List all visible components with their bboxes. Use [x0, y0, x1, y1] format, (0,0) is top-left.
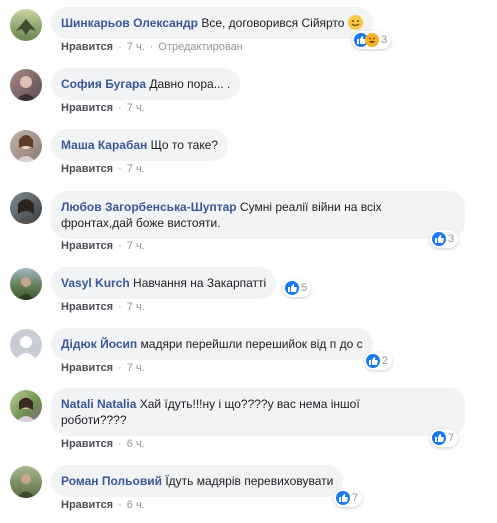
comment-time[interactable]: 7 ч. [127, 301, 145, 313]
comment-bubble: Дідюк Йосип мадяри перейшли перешийок ві… [51, 328, 373, 360]
avatar-image [16, 19, 36, 35]
avatar[interactable] [10, 9, 42, 41]
avatar-image [18, 277, 34, 300]
comment-author[interactable]: Маша Карабан [61, 138, 147, 152]
avatar[interactable] [10, 329, 42, 361]
avatar[interactable] [10, 390, 42, 422]
comment-bubble: Роман Польовий Їдуть мадярів перевиховув… [51, 465, 344, 497]
like-button[interactable]: Нравится [61, 362, 113, 374]
comment-time[interactable]: 6 ч. [127, 499, 145, 511]
comment-actions: Нравится · 7 ч. [61, 301, 145, 313]
comment-actions: Нравится · 7 ч. · Отредактирован [61, 41, 243, 53]
comment-author[interactable]: Vasyl Kurch [61, 276, 130, 290]
comment-text-line2: фронтах,дай боже вистояти. [61, 216, 221, 230]
comment-actions: Нравится · 7 ч. [61, 163, 145, 175]
comment-actions: Нравится · 6 ч. [61, 499, 145, 511]
like-button[interactable]: Нравится [61, 41, 113, 53]
avatar[interactable] [10, 466, 42, 498]
reaction-count[interactable]: 2 [364, 352, 393, 370]
avatar-image [16, 135, 36, 162]
comment-bubble: Маша Карабан Що то таке? [51, 129, 229, 161]
like-reaction-icon [432, 431, 446, 445]
comment-actions: Нравится · 7 ч. [61, 240, 145, 252]
like-button[interactable]: Нравится [61, 499, 113, 511]
avatar[interactable] [10, 268, 42, 300]
comment-text-line2: роботи???? [61, 413, 127, 427]
avatar-image [17, 474, 35, 498]
comment-author[interactable]: Natali Natalia [61, 397, 136, 411]
like-button[interactable]: Нравится [61, 301, 113, 313]
like-reaction-icon [432, 232, 446, 246]
avatar[interactable] [10, 69, 42, 101]
comment-time[interactable]: 7 ч. [127, 163, 145, 175]
comment-text: Хай їдуть!!!ну і що????у вас нема іншої [139, 397, 360, 411]
comment-bubble: София Бугара Давно пора... . [51, 68, 241, 100]
comment-time[interactable]: 7 ч. [127, 41, 145, 53]
comment-text: Давно пора... . [149, 77, 231, 91]
comment-actions: Нравится · 6 ч. [61, 438, 145, 450]
comment-text: Все, договорився Сійярто [201, 16, 345, 30]
avatar[interactable] [10, 192, 42, 224]
reaction-count-value: 7 [448, 432, 455, 444]
reaction-count[interactable]: 3 [352, 31, 392, 49]
like-button[interactable]: Нравится [61, 240, 113, 252]
reaction-count[interactable]: 7 [334, 489, 363, 507]
reaction-count[interactable]: 3 [430, 230, 459, 248]
reaction-count-value: 5 [301, 282, 308, 294]
comment-actions: Нравится · 7 ч. [61, 362, 145, 374]
like-reaction-icon [336, 491, 350, 505]
comment-text: Їдуть мадярів перевиховувати [165, 474, 334, 488]
comment-author[interactable]: Роман Польовий [61, 474, 162, 488]
reaction-count-value: 3 [381, 34, 388, 46]
haha-reaction-icon [365, 33, 379, 47]
comment-bubble: Любов Загорбенська-Шуптар Сумні реалії в… [51, 191, 465, 239]
comment-time[interactable]: 7 ч. [127, 240, 145, 252]
like-button[interactable]: Нравится [61, 102, 113, 114]
comment-author[interactable]: Дідюк Йосип [61, 337, 137, 351]
comment-time[interactable]: 6 ч. [127, 438, 145, 450]
like-reaction-icon [285, 281, 299, 295]
comment-bubble: Vasyl Kurch Навчання на Закарпатті [51, 267, 277, 299]
edited-label: Отредактирован [158, 41, 243, 53]
avatar-image [16, 76, 36, 101]
reaction-count[interactable]: 5 [283, 279, 312, 297]
comment-text: Навчання на Закарпатті [133, 276, 267, 290]
comment-text: мадяри перейшли перешийок від п до с [140, 337, 363, 351]
default-avatar-icon [15, 336, 37, 361]
reaction-count-value: 2 [382, 355, 389, 367]
avatar-image [16, 397, 36, 422]
comment-time[interactable]: 7 ч. [127, 102, 145, 114]
comment-author[interactable]: Любов Загорбенська-Шуптар [61, 200, 237, 214]
like-button[interactable]: Нравится [61, 163, 113, 175]
comment-time[interactable]: 7 ч. [127, 362, 145, 374]
reaction-count[interactable]: 7 [430, 429, 459, 447]
comment-text: Що то таке? [150, 138, 219, 152]
avatar-image [16, 199, 36, 224]
like-button[interactable]: Нравится [61, 438, 113, 450]
comment-bubble: Шинкарьов Олександр Все, договорився Сій… [51, 7, 373, 39]
reaction-count-value: 7 [352, 492, 359, 504]
comment-text: Сумні реалії війни на всіх [239, 200, 382, 214]
like-reaction-icon [366, 354, 380, 368]
comment-actions: Нравится · 7 ч. [61, 102, 145, 114]
comment-bubble: Natali Natalia Хай їдуть!!!ну і що????у … [51, 388, 465, 436]
comment-author[interactable]: Шинкарьов Олександр [61, 16, 198, 30]
reaction-count-value: 3 [448, 233, 455, 245]
smiley-emoji-icon [347, 15, 363, 30]
avatar[interactable] [10, 130, 42, 162]
comment-author[interactable]: София Бугара [61, 77, 146, 91]
